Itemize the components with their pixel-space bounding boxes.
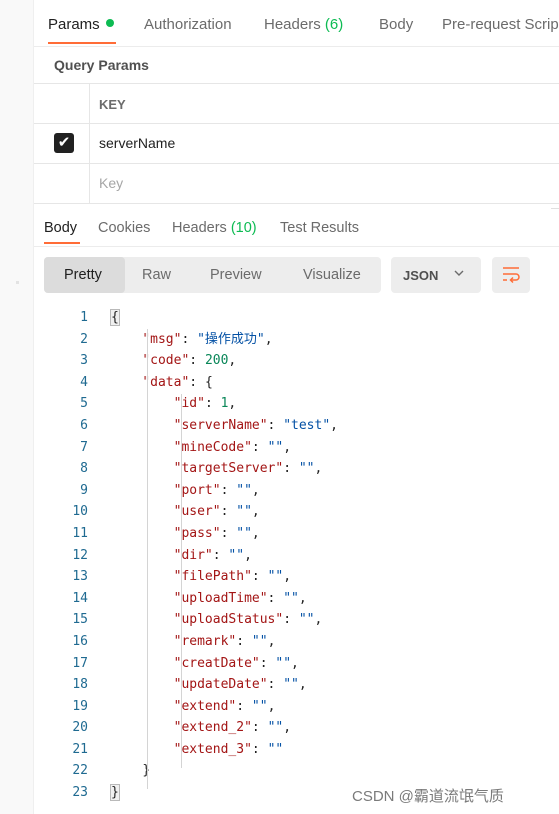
line-number: 6 — [80, 417, 88, 433]
mode-pretty-button[interactable]: Pretty — [64, 267, 102, 283]
tab-headers-count: (6) — [324, 16, 344, 33]
code-text: { — [110, 309, 120, 326]
tab-test-results[interactable]: Test Results — [280, 220, 359, 236]
code-text: "updateDate": "", — [173, 677, 307, 693]
tab-response-headers-count: (10) — [230, 220, 257, 236]
code-text: "uploadStatus": "", — [173, 612, 323, 628]
line-number: 17 — [72, 655, 88, 671]
sidebar-handle-icon — [16, 281, 19, 284]
line-number: 14 — [72, 590, 88, 606]
tab-body[interactable]: Body — [379, 16, 413, 33]
param-key-value[interactable]: serverName — [99, 135, 175, 151]
watermark: CSDN @霸道流氓气质 — [352, 788, 504, 805]
row-check-cell: ✔ — [34, 124, 90, 163]
code-text: "extend": "", — [173, 698, 276, 714]
tab-response-headers-label: Headers — [172, 220, 231, 236]
line-number: 2 — [80, 331, 88, 347]
table-row: ✔ serverName — [34, 124, 559, 164]
code-text: "extend_3": "" — [173, 741, 284, 757]
chevron-down-icon — [453, 266, 465, 283]
check-icon[interactable]: ✔ — [54, 133, 74, 153]
line-number: 23 — [72, 785, 88, 801]
line-number: 1 — [80, 310, 88, 325]
code-text: "code": 200, — [142, 353, 237, 369]
param-key-input[interactable]: Key — [99, 175, 123, 191]
line-number: 11 — [72, 525, 88, 541]
view-mode-selector: Pretty Raw Preview Visualize — [44, 257, 381, 293]
tab-response-headers[interactable]: Headers (10) — [172, 220, 257, 236]
code-text: "mineCode": "", — [173, 439, 292, 455]
request-tabs: Params Authorization Headers (6) Body Pr… — [34, 0, 559, 47]
query-params-title: Query Params — [54, 57, 149, 73]
header-check-cell — [34, 84, 90, 123]
tab-cookies[interactable]: Cookies — [98, 220, 150, 236]
line-number: 20 — [72, 720, 88, 736]
code-text: } — [110, 784, 120, 802]
mode-preview-button[interactable]: Preview — [210, 267, 262, 283]
code-text: "serverName": "test", — [173, 417, 338, 433]
code-text: "targetServer": "", — [173, 461, 323, 477]
left-sidebar-edge — [0, 0, 34, 814]
response-tabs: Body Cookies Headers (10) Test Results — [34, 210, 559, 247]
code-text: "remark": "", — [173, 633, 276, 649]
tab-params[interactable]: Params — [48, 16, 114, 33]
mode-visualize-button[interactable]: Visualize — [303, 267, 361, 283]
line-number: 21 — [72, 741, 88, 757]
tab-response-body[interactable]: Body — [44, 220, 77, 236]
code-text: "user": "", — [173, 504, 260, 520]
tab-headers[interactable]: Headers (6) — [264, 16, 343, 33]
line-number: 9 — [80, 482, 88, 498]
request-panel: Params Authorization Headers (6) Body Pr… — [34, 0, 559, 814]
line-number: 12 — [72, 547, 88, 563]
line-number: 4 — [80, 374, 88, 390]
code-text: "pass": "", — [173, 525, 260, 541]
line-number: 15 — [72, 612, 88, 628]
code-text: "msg": "操作成功", — [142, 331, 273, 347]
tab-params-label: Params — [48, 16, 100, 33]
indent-guide — [147, 329, 148, 789]
line-number: 22 — [72, 763, 88, 779]
mode-raw-button[interactable]: Raw — [142, 267, 171, 283]
line-number: 10 — [72, 504, 88, 520]
tab-pre-request-script[interactable]: Pre-request Scrip — [442, 16, 559, 33]
code-text: "uploadTime": "", — [173, 590, 307, 606]
line-number: 3 — [80, 353, 88, 369]
code-text: } — [111, 760, 150, 782]
tab-authorization[interactable]: Authorization — [144, 16, 232, 33]
table-header-row: KEY — [34, 84, 559, 124]
code-text: "id": 1, — [173, 396, 237, 412]
code-text: "port": "", — [173, 482, 260, 498]
line-number: 18 — [72, 677, 88, 693]
line-number: 19 — [72, 698, 88, 714]
query-params-table: KEY ✔ serverName Key — [34, 83, 559, 204]
code-text: "creatDate": "", — [173, 655, 299, 671]
wrap-lines-icon — [503, 267, 520, 284]
code-text: "filePath": "", — [173, 569, 292, 585]
line-number: 5 — [80, 396, 88, 412]
scroll-marker — [551, 208, 559, 209]
line-number: 13 — [72, 569, 88, 585]
format-select-value: JSON — [403, 268, 439, 283]
wrap-lines-button[interactable] — [492, 257, 530, 293]
tab-active-underline — [48, 42, 116, 44]
tab-headers-label: Headers — [264, 16, 325, 33]
line-number: 7 — [80, 439, 88, 455]
line-number: 8 — [80, 461, 88, 477]
line-number: 16 — [72, 633, 88, 649]
row-check-cell-empty — [34, 164, 90, 203]
code-text: "data": { — [142, 374, 213, 390]
format-select[interactable]: JSON — [391, 257, 481, 293]
table-row-new: Key — [34, 164, 559, 204]
code-text: "extend_2": "", — [173, 720, 292, 736]
response-tab-underline — [44, 242, 80, 244]
active-indicator-icon — [105, 19, 114, 27]
column-key-header: KEY — [99, 97, 126, 112]
indent-guide-nested — [181, 394, 182, 768]
